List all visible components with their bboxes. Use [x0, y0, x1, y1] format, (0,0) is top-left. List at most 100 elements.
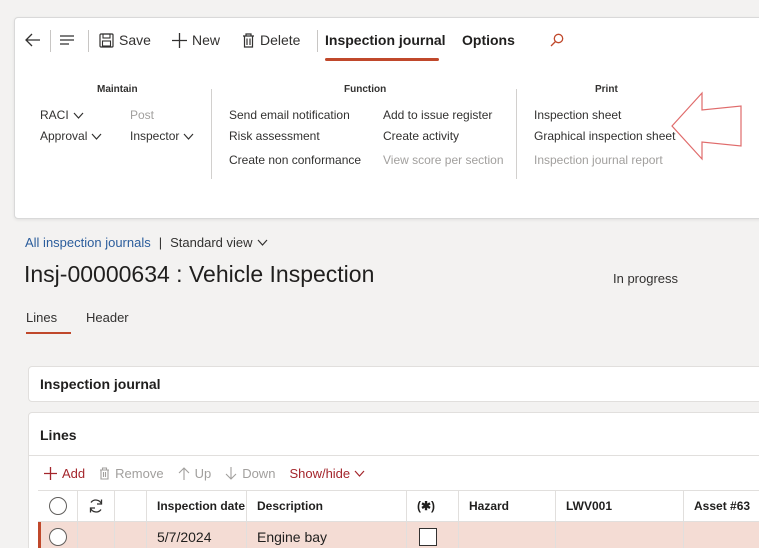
save-icon	[99, 32, 114, 48]
tab-inspection-journal[interactable]: Inspection journal	[325, 18, 446, 62]
inspection-journal-report-button[interactable]: Inspection journal report	[534, 153, 663, 167]
breadcrumb: All inspection journals | Standard view	[25, 235, 268, 250]
add-issue-button[interactable]: Add to issue register	[383, 108, 492, 122]
down-label: Down	[242, 465, 276, 481]
row-cell-lwv001[interactable]	[556, 522, 684, 548]
plus-icon	[172, 32, 187, 48]
menu-button[interactable]	[60, 18, 74, 62]
column-inspection-date[interactable]: Inspection date	[147, 491, 247, 521]
plus-icon	[44, 466, 57, 480]
create-activity-button[interactable]: Create activity	[383, 129, 459, 143]
chevron-down-icon	[91, 133, 102, 140]
move-up-button[interactable]: Up	[178, 465, 212, 481]
select-all-radio[interactable]	[48, 497, 67, 515]
remove-label: Remove	[115, 465, 164, 481]
row-cell-blank	[78, 522, 115, 548]
table-row[interactable]: 5/7/2024 Engine bay	[38, 522, 759, 548]
trash-icon	[243, 32, 254, 48]
arrow-down-icon	[225, 466, 237, 480]
inspection-journal-section[interactable]: Inspection journal	[28, 366, 759, 402]
column-lwv001[interactable]: LWV001	[556, 491, 684, 521]
create-non-conformance-button[interactable]: Create non conformance	[229, 153, 361, 167]
inspector-label: Inspector	[130, 129, 180, 143]
group-title-maintain: Maintain	[97, 84, 138, 95]
column-description[interactable]: Description	[247, 491, 407, 521]
inspection-sheet-button[interactable]: Inspection sheet	[534, 108, 621, 122]
flag-checkbox[interactable]	[419, 528, 437, 546]
refresh-cell[interactable]	[78, 491, 115, 521]
row-cell-hazard[interactable]	[459, 522, 556, 548]
new-label: New	[192, 32, 221, 48]
chevron-down-icon	[73, 112, 84, 119]
group-title-function: Function	[344, 84, 387, 95]
approval-label: Approval	[40, 129, 88, 143]
back-arrow-icon	[25, 33, 40, 47]
view-score-button[interactable]: View score per section	[383, 153, 504, 167]
active-subtab-indicator	[26, 332, 71, 334]
search-button[interactable]	[550, 18, 564, 62]
grid-header-row: Inspection date Description (✱) Hazard L…	[38, 490, 759, 522]
move-down-button[interactable]: Down	[225, 466, 275, 481]
show-hide-menu[interactable]: Show/hide	[289, 466, 365, 481]
delete-button[interactable]: Delete	[242, 18, 300, 62]
save-label: Save	[119, 32, 151, 48]
section-divider	[29, 455, 759, 456]
row-select-cell[interactable]	[38, 522, 78, 548]
chevron-down-icon[interactable]	[257, 239, 268, 246]
command-bar: Save New Delete Inspection journal Optio…	[15, 18, 759, 62]
raci-menu[interactable]: RACI	[40, 108, 84, 122]
tab-header[interactable]: Header	[86, 310, 129, 325]
toolbar-divider	[317, 30, 318, 52]
new-button[interactable]: New	[172, 18, 220, 62]
action-ribbon: Save New Delete Inspection journal Optio…	[14, 17, 759, 219]
row-cell-description[interactable]: Engine bay	[247, 522, 407, 548]
view-selector[interactable]: Standard view	[170, 235, 252, 250]
hamburger-icon	[60, 35, 74, 45]
row-cell-flag[interactable]	[407, 522, 459, 548]
add-label: Add	[62, 465, 86, 481]
delete-label: Delete	[260, 32, 301, 48]
trash-icon	[100, 466, 110, 480]
search-icon	[550, 33, 564, 47]
toolbar-divider	[50, 30, 51, 52]
arrow-up-icon	[178, 466, 189, 480]
row-cell-asset-63[interactable]	[684, 522, 759, 548]
tab-options[interactable]: Options	[462, 18, 515, 62]
show-hide-label: Show/hide	[289, 465, 351, 481]
group-divider	[516, 89, 517, 179]
column-blank	[115, 491, 147, 521]
row-cell-blank	[115, 522, 147, 548]
toolbar-divider	[88, 30, 89, 52]
raci-label: RACI	[40, 108, 69, 122]
group-title-print: Print	[595, 84, 618, 95]
post-button[interactable]: Post	[130, 108, 154, 122]
grid-toolbar: Add Remove Up Down Show/hide	[44, 463, 379, 483]
approval-menu[interactable]: Approval	[40, 129, 102, 143]
refresh-icon[interactable]	[88, 498, 104, 514]
back-button[interactable]	[25, 18, 41, 62]
status-text: In progress	[613, 271, 679, 286]
inspector-menu[interactable]: Inspector	[130, 129, 194, 143]
row-select-radio[interactable]	[48, 528, 67, 546]
column-asset-63[interactable]: Asset #63	[684, 491, 759, 521]
chevron-down-icon	[183, 133, 194, 140]
row-cell-date[interactable]: 5/7/2024	[147, 522, 247, 548]
risk-assessment-button[interactable]: Risk assessment	[229, 129, 320, 143]
add-line-button[interactable]: Add	[44, 466, 85, 481]
select-all-cell[interactable]	[38, 491, 78, 521]
annotation-arrow-icon	[671, 91, 742, 161]
save-button[interactable]: Save	[99, 18, 151, 62]
graphical-inspection-sheet-button[interactable]: Graphical inspection sheet	[534, 129, 675, 143]
tab-lines[interactable]: Lines	[26, 310, 57, 325]
column-hazard[interactable]: Hazard	[459, 491, 556, 521]
chevron-down-icon	[354, 470, 365, 477]
breadcrumb-separator: |	[158, 235, 163, 250]
send-email-button[interactable]: Send email notification	[229, 108, 350, 122]
column-status-flag[interactable]: (✱)	[407, 491, 459, 521]
all-journals-link[interactable]: All inspection journals	[25, 235, 151, 250]
page-title: Insj-00000634 : Vehicle Inspection	[24, 261, 375, 287]
active-tab-indicator	[325, 58, 439, 61]
section-title-journal: Inspection journal	[40, 376, 161, 392]
up-label: Up	[194, 465, 212, 481]
remove-line-button[interactable]: Remove	[99, 465, 164, 481]
